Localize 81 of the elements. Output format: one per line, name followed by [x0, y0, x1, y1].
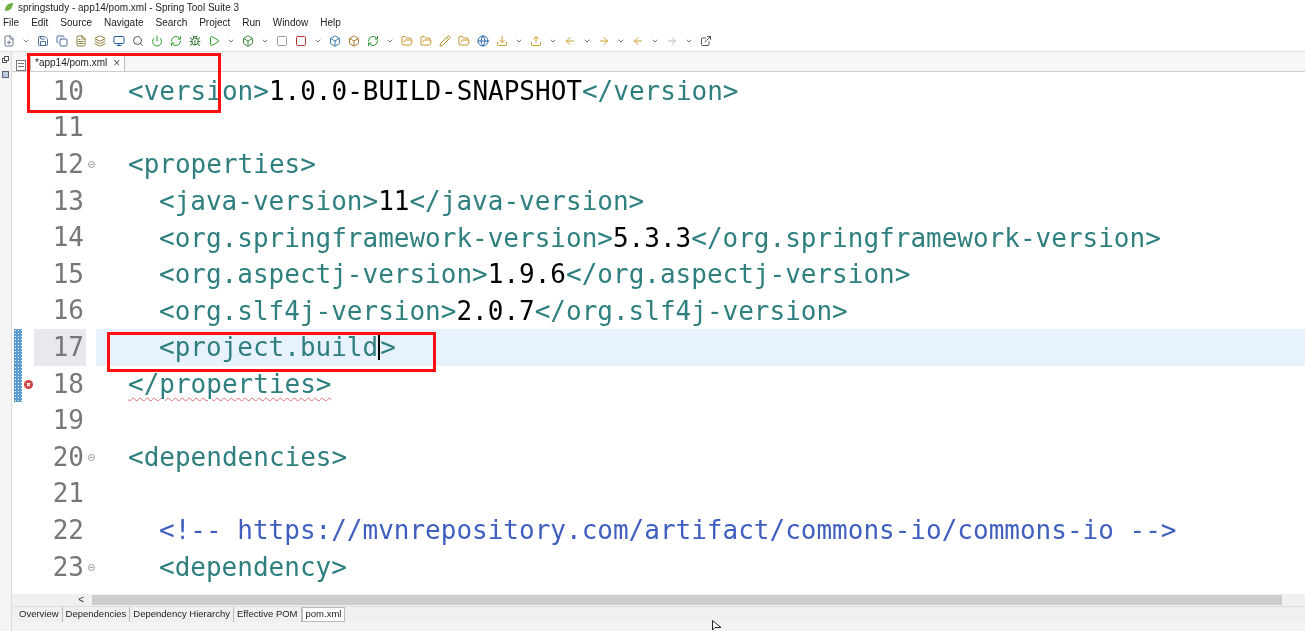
open-folder-icon[interactable] — [420, 34, 432, 47]
monitor-icon[interactable] — [113, 34, 125, 47]
fold-icon[interactable] — [87, 161, 95, 168]
xml-tag: <properties> — [128, 150, 316, 179]
line-number: 12 — [52, 148, 84, 181]
xml-tag: > — [380, 333, 396, 362]
xml-tag: </org.springframework-version> — [691, 223, 1161, 252]
search-icon[interactable] — [132, 34, 144, 47]
mouse-pointer-icon — [712, 620, 722, 631]
menu-item[interactable]: Navigate — [104, 14, 144, 30]
line-number: 19 — [52, 404, 84, 438]
line-number: 23 — [52, 550, 84, 584]
xml-tag: </org.slf4j-version> — [534, 296, 848, 325]
line-number: 22 — [52, 513, 84, 547]
menu-item[interactable]: Project — [199, 14, 231, 30]
up-arrow-icon[interactable] — [530, 34, 542, 47]
code-value: 11 — [378, 187, 410, 216]
close-icon[interactable]: × — [113, 56, 121, 69]
xml-tag: <dependencies> — [128, 443, 348, 472]
line-number: 17 — [52, 330, 84, 364]
text-cursor — [378, 334, 381, 361]
outline-icon[interactable] — [2, 71, 9, 78]
bug-icon[interactable] — [189, 34, 201, 47]
pencil-icon[interactable] — [439, 34, 451, 47]
xml-tag: <org.springframework-version> — [159, 223, 613, 252]
xml-tag: </org.aspectj-version> — [566, 260, 911, 289]
folder-icon[interactable] — [401, 34, 413, 47]
line-number: 11 — [52, 111, 84, 145]
document-icon[interactable] — [75, 34, 87, 47]
menu-item[interactable]: Search — [155, 14, 188, 30]
run-tool-icon[interactable] — [242, 34, 254, 47]
refresh-icon[interactable] — [170, 34, 182, 47]
power-icon[interactable] — [151, 34, 163, 47]
stop-icon[interactable] — [276, 34, 288, 47]
package-icon[interactable] — [329, 34, 341, 47]
sync-icon[interactable] — [367, 34, 379, 47]
open-perspective-icon[interactable] — [700, 34, 712, 47]
editor-page-tab[interactable]: pom.xml — [301, 607, 346, 622]
code-value: 1.0.0-BUILD-SNAPSHOT — [268, 77, 582, 106]
menu-item[interactable]: Run — [242, 14, 261, 30]
save-all-icon[interactable] — [56, 34, 68, 47]
line-number: 20 — [52, 440, 84, 474]
menu-item[interactable]: Help — [320, 14, 341, 30]
xml-tag: <java-version> — [159, 187, 379, 216]
xml-tag: </version> — [581, 77, 739, 106]
line-number: 16 — [52, 294, 84, 328]
crate-icon[interactable] — [348, 34, 360, 47]
fold-icon[interactable] — [87, 563, 95, 571]
fold-icon[interactable] — [87, 453, 95, 461]
layers-icon[interactable] — [94, 34, 106, 47]
scroll-left-arrow[interactable]: < — [12, 595, 92, 605]
xml-tag: <org.aspectj-version> — [159, 260, 488, 289]
line-number: 14 — [52, 221, 84, 255]
line-number: 13 — [52, 184, 84, 218]
xml-tag: <org.slf4j-version> — [159, 296, 457, 325]
terminate-icon[interactable] — [295, 34, 307, 47]
xml-tag: </properties> — [128, 370, 332, 399]
down-arrow-icon[interactable] — [496, 34, 508, 47]
window-title: springstudy - app14/pom.xml - Spring Tool Suite 3 — [18, 0, 240, 15]
globe-icon[interactable] — [477, 34, 489, 47]
xml-tag: <dependency> — [159, 553, 347, 581]
menu-item[interactable]: Edit — [31, 14, 49, 30]
save-icon[interactable] — [37, 34, 49, 47]
code-value: 5.3.3 — [612, 223, 692, 252]
restore-icon[interactable] — [2, 56, 9, 63]
line-number: 18 — [52, 367, 84, 401]
line-number: 15 — [52, 257, 84, 291]
leaf-icon — [4, 2, 14, 12]
menu-item[interactable]: Source — [60, 14, 93, 30]
menu-item[interactable]: Window — [272, 14, 309, 30]
line-number: 21 — [52, 477, 84, 511]
menu-item[interactable]: File — [3, 14, 20, 30]
code-comment: <!-- https://mvnrepository.com/artifact/commons-io/commons-io --> — [159, 516, 1177, 545]
play-icon[interactable] — [208, 34, 220, 47]
line-number: 10 — [52, 74, 84, 108]
xml-tag: <project.build — [159, 333, 379, 362]
code-value: 2.0.7 — [456, 296, 535, 325]
new-file-icon[interactable] — [3, 34, 15, 47]
xml-tag: </java-version> — [409, 187, 645, 216]
folder-open-icon[interactable] — [458, 34, 470, 47]
code-value: 1.9.6 — [487, 260, 566, 289]
